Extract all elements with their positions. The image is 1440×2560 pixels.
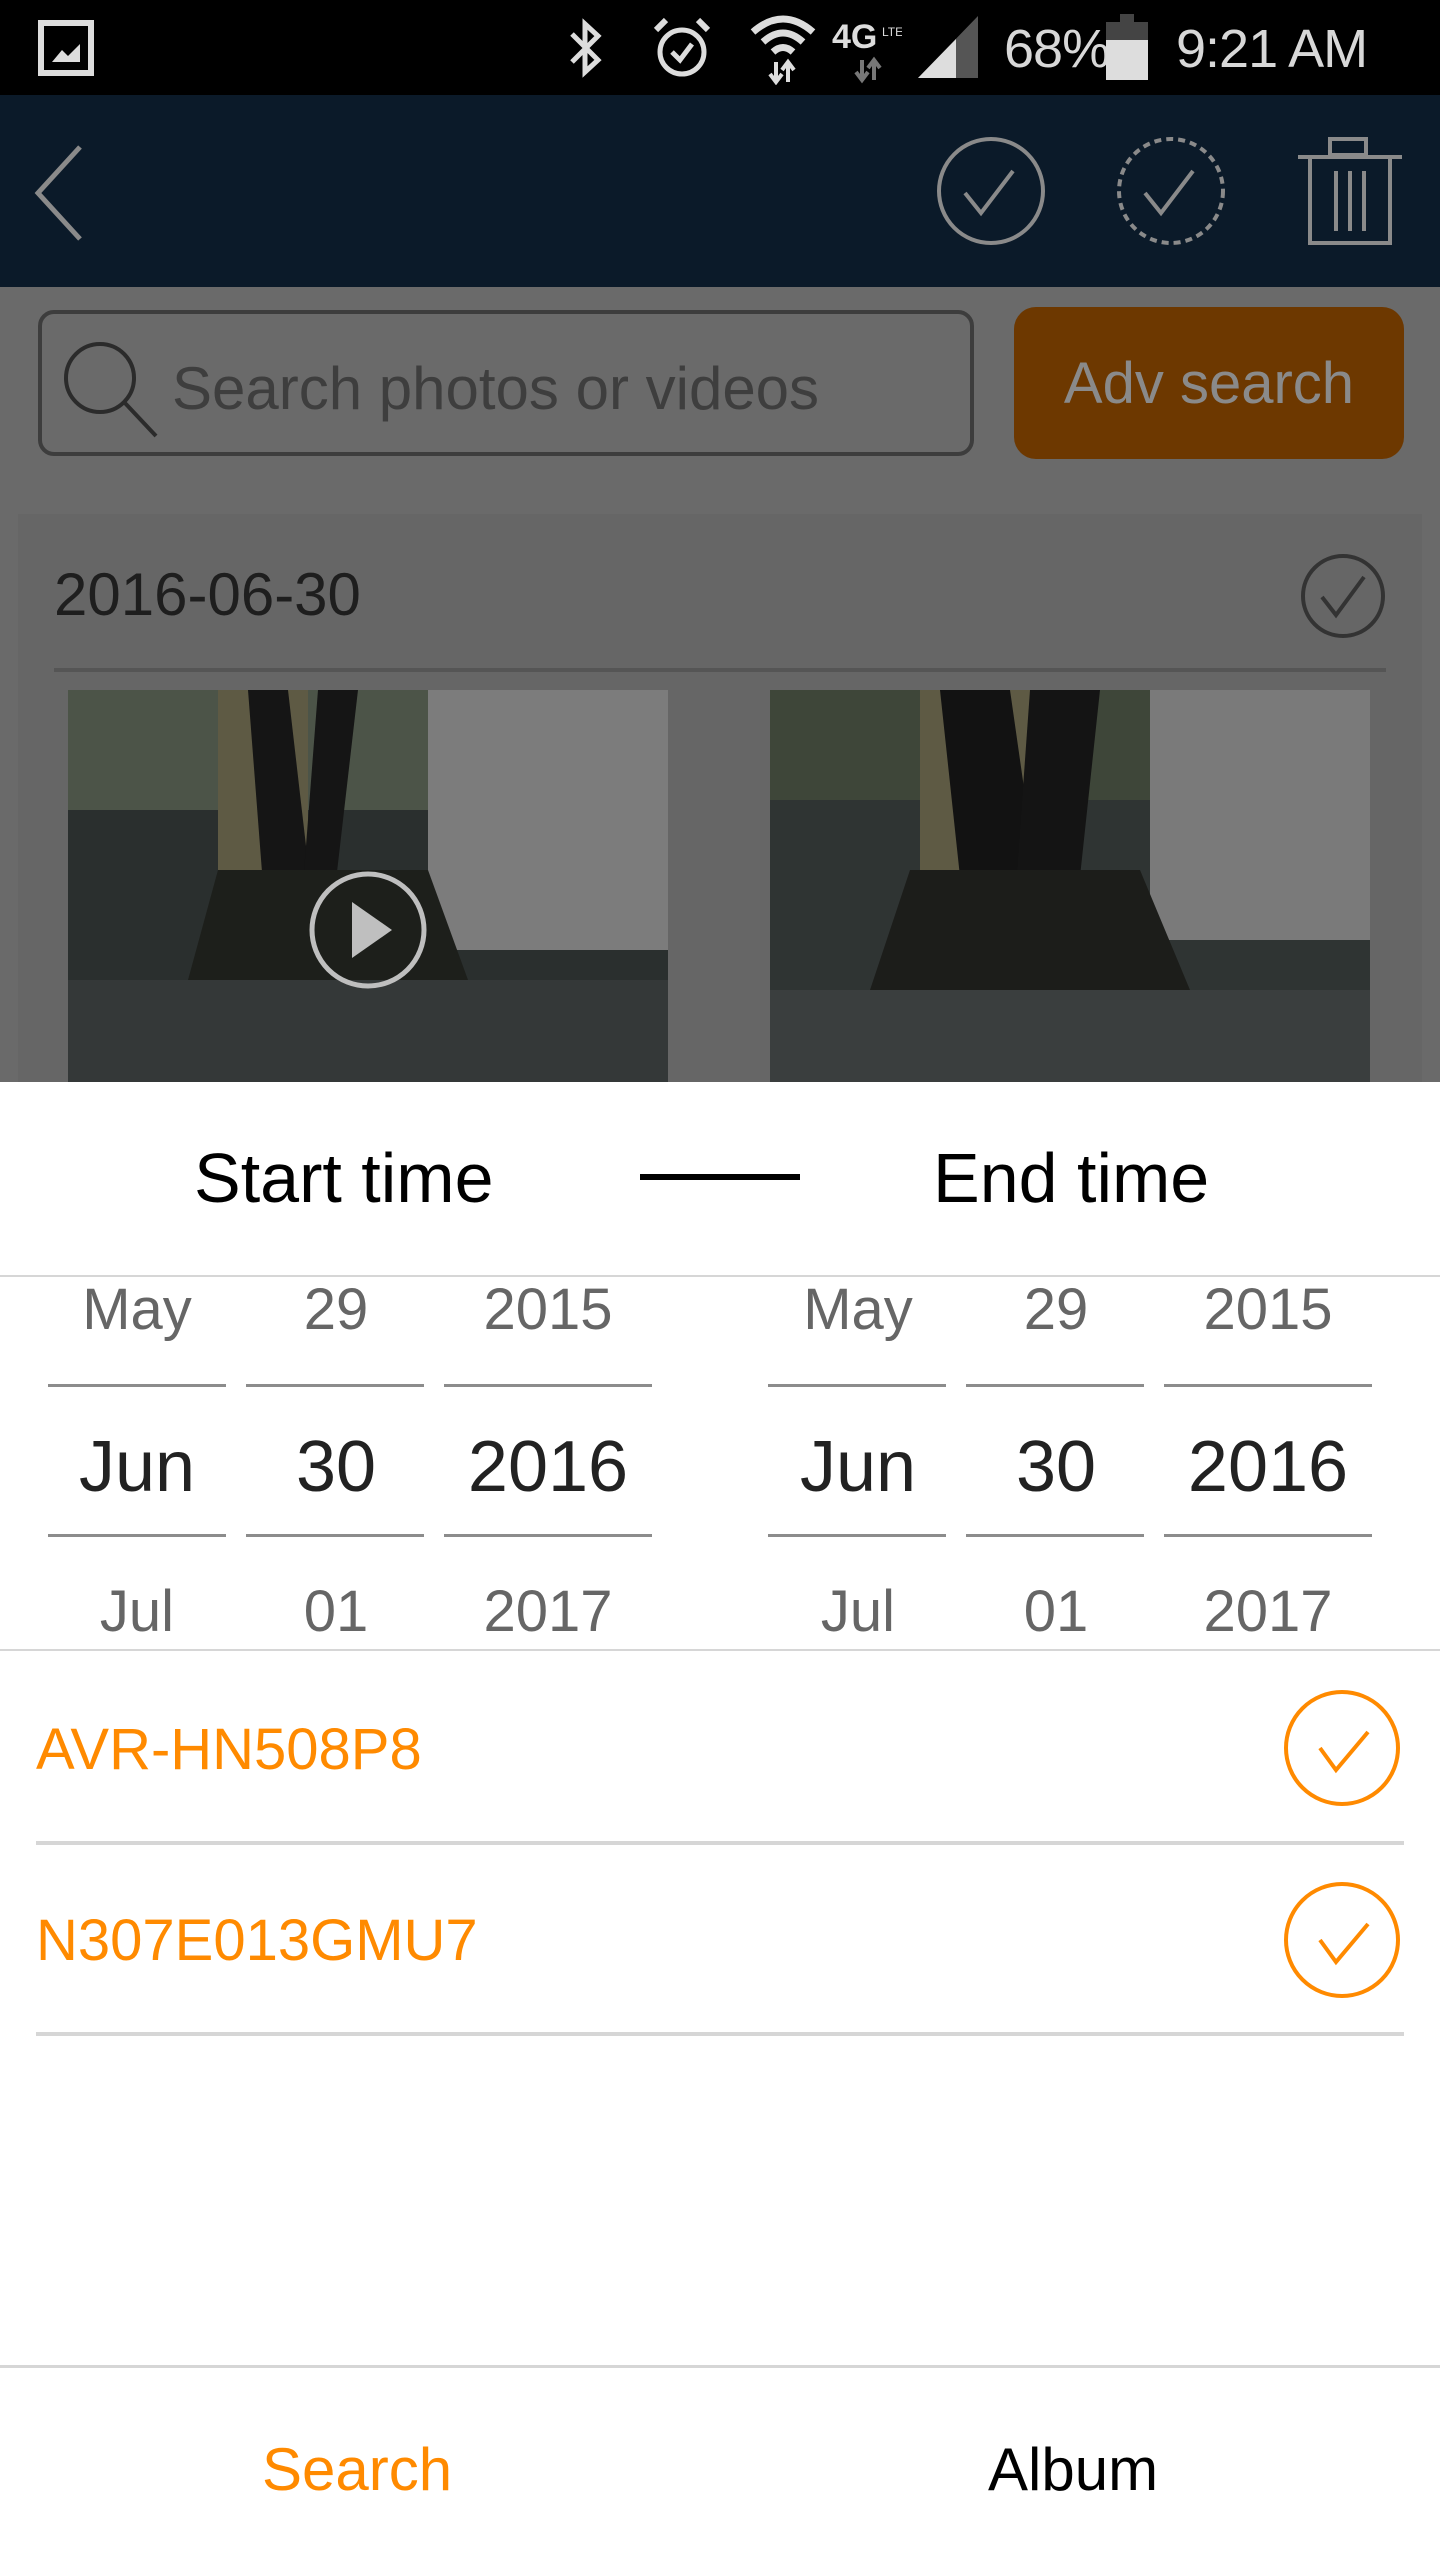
battery-percent: 68% [1004,19,1110,79]
search-icon [64,342,158,438]
picker-line [48,1384,226,1387]
picker-line [444,1384,652,1387]
wheel-item-prev[interactable]: 29 [246,1276,426,1343]
bluetooth-icon [570,18,602,78]
picker-line [768,1384,946,1387]
divider [0,2365,1440,2368]
range-dash [640,1174,800,1180]
wheel-item-next[interactable]: Jul [768,1578,948,1645]
battery-icon [1106,14,1148,80]
wheel-item-prev[interactable]: May [768,1276,948,1343]
wheel-item-prev[interactable]: 2015 [1178,1276,1358,1343]
tab-search[interactable]: Search [262,2435,452,2504]
thumbnail-image [68,690,668,1082]
divider [54,668,1386,672]
wheel-item-selected[interactable]: 30 [246,1426,426,1508]
4g-lte-icon: 4G LTE [832,18,902,84]
select-all-button[interactable] [1115,135,1227,247]
thumbnail-image [770,690,1370,1082]
divider [36,2032,1404,2036]
check-circle-icon [937,137,1045,245]
divider [0,1649,1440,1651]
device-checkbox[interactable] [1282,1688,1402,1808]
back-button[interactable] [28,143,88,243]
wheel-item-prev[interactable]: May [47,1276,227,1343]
end-day-wheel[interactable]: 29 30 01 [966,1276,1144,1650]
app-header [0,95,1440,287]
dashed-check-circle-icon [1117,137,1225,245]
picker-line [768,1534,946,1537]
wheel-item-next[interactable]: 01 [966,1578,1146,1645]
device-name: AVR-HN508P8 [36,1717,422,1782]
picker-line [1164,1534,1372,1537]
end-month-wheel[interactable]: May Jun Jul [768,1276,946,1650]
wheel-item-selected[interactable]: Jun [768,1426,948,1508]
wheel-item-next[interactable]: 2017 [1178,1578,1358,1645]
photo-thumbnail[interactable] [770,690,1370,1082]
adv-search-button[interactable]: Adv search [1014,307,1404,459]
picker-line [966,1384,1144,1387]
signal-icon [918,16,978,78]
wheel-item-prev[interactable]: 2015 [458,1276,638,1343]
wheel-item-next[interactable]: 2017 [458,1578,638,1645]
device-name: N307E013GMU7 [36,1908,478,1973]
alarm-icon [653,17,711,77]
wheel-item-selected[interactable]: Jun [47,1426,227,1508]
check-circle-icon [1301,554,1385,638]
picker-line [246,1534,424,1537]
trash-icon [1298,137,1402,245]
end-year-wheel[interactable]: 2015 2016 2017 [1164,1276,1372,1650]
picker-line [48,1534,226,1537]
clock: 9:21 AM [1176,19,1368,79]
wheel-item-prev[interactable]: 29 [966,1276,1146,1343]
device-checkbox[interactable] [1282,1880,1402,2000]
svg-text:4G: 4G [832,18,877,56]
status-bar: 4G LTE 68% 9:21 AM [0,0,1440,95]
wheel-item-selected[interactable]: 2016 [458,1426,638,1508]
wheel-item-selected[interactable]: 2016 [1178,1426,1358,1508]
end-time-label: End time [933,1139,1210,1217]
svg-text:LTE: LTE [882,25,902,39]
wheel-item-next[interactable]: Jul [47,1578,227,1645]
check-circle-icon [1284,1882,1400,1998]
date-select-button[interactable] [1300,553,1386,639]
start-time-label: Start time [194,1139,494,1217]
chevron-left-icon [34,145,82,241]
video-thumbnail[interactable] [68,690,668,1082]
wheel-item-next[interactable]: 01 [246,1578,426,1645]
device-row[interactable]: AVR-HN508P8 [0,1652,1440,1842]
start-year-wheel[interactable]: 2015 2016 2017 [444,1276,652,1650]
picker-line [444,1534,652,1537]
picker-line [1164,1384,1372,1387]
tab-album[interactable]: Album [988,2435,1158,2504]
picker-line [966,1534,1144,1537]
start-month-wheel[interactable]: May Jun Jul [48,1276,226,1650]
album-date: 2016-06-30 [54,561,361,628]
check-circle-icon [1284,1690,1400,1806]
search-input[interactable]: Search photos or videos [38,310,974,456]
start-day-wheel[interactable]: 29 30 01 [246,1276,424,1650]
device-row[interactable]: N307E013GMU7 [0,1845,1440,2035]
wheel-item-selected[interactable]: 30 [966,1426,1146,1508]
select-button[interactable] [935,135,1047,247]
gallery-notification-icon [38,20,94,76]
picker-line [246,1384,424,1387]
wifi-icon [750,15,816,85]
search-placeholder: Search photos or videos [172,355,820,422]
delete-button[interactable] [1296,135,1404,247]
